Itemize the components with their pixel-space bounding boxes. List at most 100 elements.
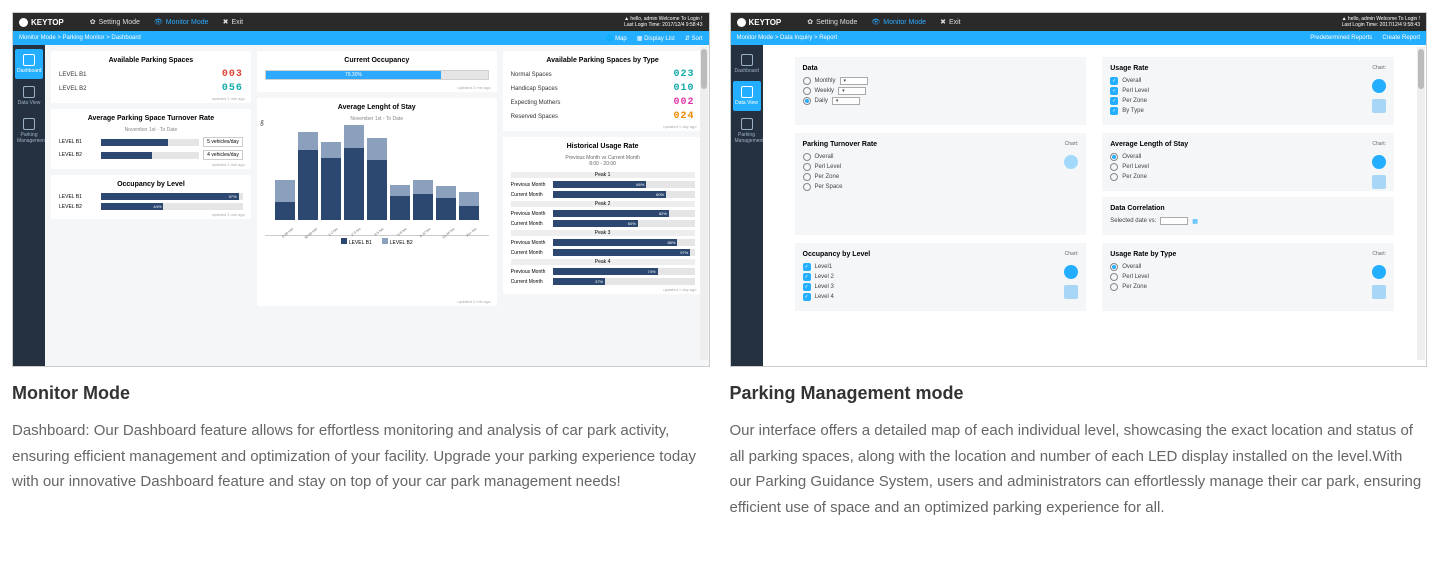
pie-chart-icon[interactable] [1064,265,1078,279]
opt-row[interactable]: Level 2 [803,273,1079,281]
opt-row[interactable]: Perl Level [1110,273,1386,281]
check-icon[interactable] [803,283,811,291]
sidebar-item-dataview[interactable]: Data View [15,81,43,111]
period-select[interactable]: ▾ [832,97,860,105]
hist-peak: Peak 3 Previous Month88% Current Month97… [511,230,695,256]
radio-icon[interactable] [1110,263,1118,271]
check-icon[interactable] [1110,87,1118,95]
opt-title: Data [803,65,1079,72]
nav-exit[interactable]: ✖Exit [940,18,961,26]
opt-row[interactable]: Perl Level [1110,87,1386,95]
check-icon[interactable] [803,263,811,271]
radio-icon[interactable] [1110,173,1118,181]
opt-row[interactable]: Perl Level [1110,163,1386,171]
pie-chart-icon[interactable] [1372,79,1386,93]
radio-icon[interactable] [803,173,811,181]
sidebar-item-dataview[interactable]: Data View [733,81,761,111]
sub-display[interactable]: ▦ Display List [637,35,675,42]
radio-icon[interactable] [803,163,811,171]
chart-bar: 1-2 hrs [321,142,341,231]
radio-icon[interactable] [803,153,811,161]
opt-row[interactable]: Overall [1110,153,1386,161]
opt-title: Parking Turnover Rate [803,141,1079,148]
scrollbar-thumb[interactable] [1418,49,1424,89]
sub-sort[interactable]: ⇵ Sort [685,35,703,42]
check-icon[interactable] [1110,77,1118,85]
brand-text: KEYTOP [749,18,782,27]
avail-row: LEVEL B1003 [59,69,243,80]
scrollbar[interactable] [1417,47,1425,360]
corr-select[interactable] [1160,217,1188,225]
opt-row[interactable]: Overall [803,153,1079,161]
opt-row[interactable]: Overall [1110,263,1386,271]
nav-exit[interactable]: ✖Exit [223,18,244,26]
corr-label: Selected date vs: [1110,218,1156,224]
opt-row[interactable]: Perl Level [803,163,1079,171]
bar-chart-icon[interactable] [1372,175,1386,189]
hist-peak: Peak 4 Previous Month74% Current Month37… [511,259,695,285]
radio-icon[interactable] [803,87,811,95]
bytype-row: Expecting Mothers002 [511,97,695,108]
nav-monitor[interactable]: 👁Monitor Mode [154,18,209,26]
opt-row[interactable]: Per Zone [1110,173,1386,181]
gear-icon: ✿ [90,18,96,26]
check-icon[interactable] [803,273,811,281]
sidebar-item-dashboard[interactable]: Dashboard [733,49,761,79]
sidebar-item-parking[interactable]: Parking Management [15,113,43,149]
opt-row[interactable]: Per Zone [1110,97,1386,105]
period-select[interactable]: ▾ [840,77,868,85]
section-heading: Parking Management mode [730,383,1428,404]
opt-row[interactable]: Monthly▾ [803,77,1079,85]
bar-chart-icon[interactable] [1372,99,1386,113]
radio-icon[interactable] [1110,273,1118,281]
x-icon: ✖ [223,18,229,26]
nav-setting[interactable]: ✿Setting Mode [90,18,140,26]
chart-bar: 8-12 hrs [413,180,433,231]
sub-map[interactable]: 🌐 Map [606,35,627,42]
radio-icon[interactable] [803,183,811,191]
card-title: Available Parking Spaces [59,57,243,64]
card-turnover: Average Parking Space Turnover Rate Nove… [51,109,251,169]
opt-row[interactable]: Per Space [803,183,1079,191]
calendar-icon[interactable]: ▦ [1192,218,1198,225]
scrollbar-thumb[interactable] [701,49,707,89]
opt-row[interactable]: Level 3 [803,283,1079,291]
check-icon[interactable] [1110,97,1118,105]
opt-row[interactable]: Per Zone [1110,283,1386,291]
pie-chart-icon[interactable] [1372,265,1386,279]
bar-chart-icon[interactable] [1064,285,1078,299]
radio-icon[interactable] [1110,283,1118,291]
opt-row[interactable]: Overall [1110,77,1386,85]
bar-chart-icon[interactable] [1372,285,1386,299]
sidebar-item-dashboard[interactable]: Dashboard [15,49,43,79]
check-icon[interactable] [803,293,811,301]
card-length-of-stay: Average Lenght of Stay November 1st - To… [257,98,497,306]
scrollbar[interactable] [700,47,708,360]
radio-icon[interactable] [1110,163,1118,171]
opt-row[interactable]: Weekly▾ [803,87,1079,95]
nav-setting[interactable]: ✿Setting Mode [807,18,857,26]
pie-chart-icon[interactable] [1064,155,1078,169]
opt-title: Usage Rate by Type [1110,251,1386,258]
opt-row[interactable]: Per Zone [803,173,1079,181]
chart-bar: 3-5 hrs [367,138,387,231]
sub-create[interactable]: Create Report [1382,35,1420,41]
opt-row[interactable]: Daily▾ [803,97,1079,105]
opt-row[interactable]: Level1 [803,263,1079,271]
opt-row[interactable]: Level 4 [803,293,1079,301]
opt-row[interactable]: By Type [1110,107,1386,115]
check-icon[interactable] [1110,107,1118,115]
radio-icon[interactable] [803,77,811,85]
occlvl-row: LEVEL B197% [59,193,243,200]
radio-icon[interactable] [1110,153,1118,161]
period-select[interactable]: ▾ [838,87,866,95]
sub-predef[interactable]: Predetermined Reports [1310,35,1372,41]
radio-icon[interactable] [803,97,811,105]
pie-chart-icon[interactable] [1372,155,1386,169]
section-paragraph: Our interface offers a detailed map of e… [730,418,1428,520]
nav-monitor[interactable]: 👁Monitor Mode [871,18,926,26]
card-title: Average Parking Space Turnover Rate [59,115,243,122]
hist-peak: Peak 2 Previous Month82% Current Month60… [511,201,695,227]
sidebar-item-parking[interactable]: Parking Management [733,113,761,149]
avail-row: LEVEL B2056 [59,83,243,94]
